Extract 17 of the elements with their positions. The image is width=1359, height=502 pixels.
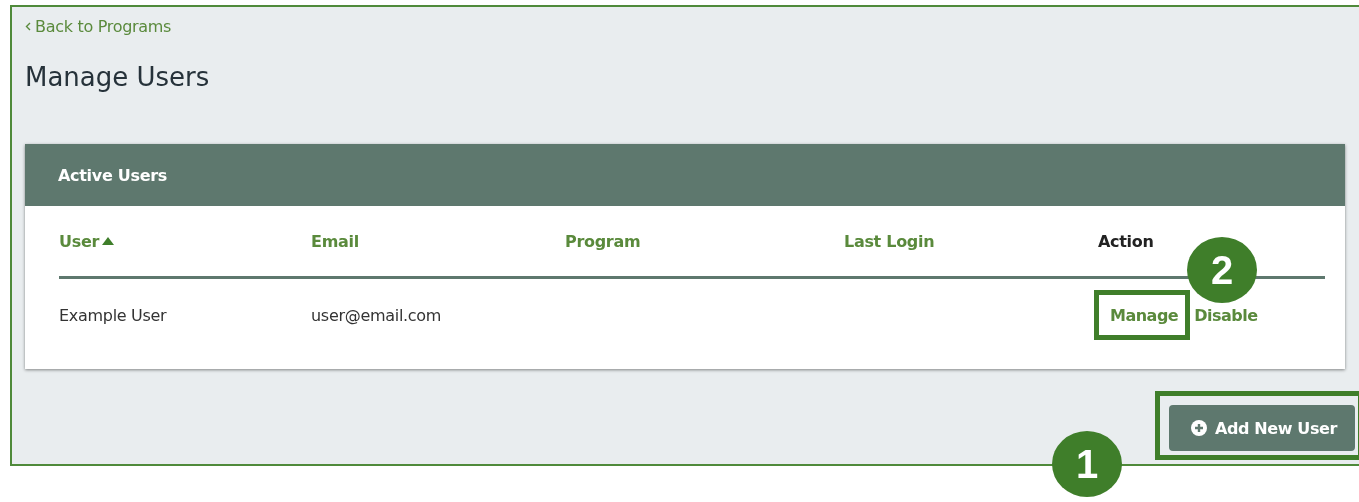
action-link[interactable]: Manage: [1110, 305, 1179, 325]
column-header[interactable]: Program: [565, 231, 641, 251]
action-link[interactable]: Disable: [1194, 305, 1258, 325]
table-cell: user@email.com: [311, 305, 442, 325]
chevron-left-icon: [25, 22, 31, 31]
column-header[interactable]: Email: [311, 231, 359, 251]
back-link[interactable]: Back to Programs: [25, 17, 172, 36]
column-header[interactable]: Last Login: [844, 231, 935, 251]
page-title: Manage Users: [25, 62, 210, 92]
step-number-badge: 1: [1052, 431, 1122, 497]
sort-up-icon: [102, 237, 115, 245]
column-header[interactable]: User: [59, 231, 115, 251]
column-header: Action: [1098, 231, 1154, 251]
add-user-button[interactable]: Add New User: [1169, 405, 1355, 451]
table-cell: Example User: [59, 305, 167, 325]
card-title: Active Users: [58, 165, 168, 185]
plus-circle-icon: [1191, 420, 1208, 436]
